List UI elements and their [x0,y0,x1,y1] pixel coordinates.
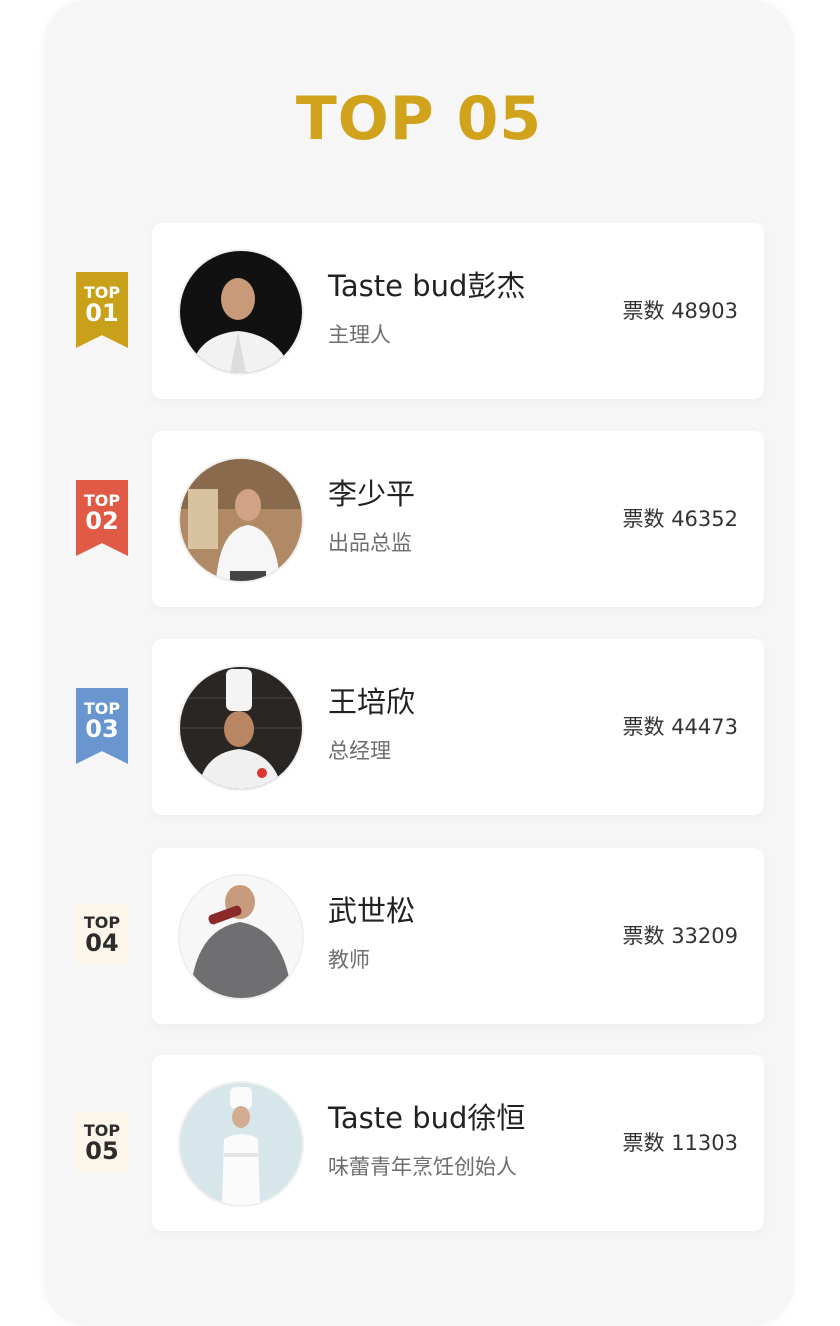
vote-count: 票数 48903 [622,299,738,323]
rank-badge-top-label: TOP [83,699,121,718]
rank-badge-number: 01 [85,299,119,327]
chef-name: Taste bud徐恒 [328,1101,526,1135]
chef-role: 总经理 [328,739,391,763]
chef-name: 武世松 [328,894,416,928]
chef-role: 出品总监 [328,531,412,555]
list-item-rank-2[interactable]: 李少平 出品总监 票数 46352 [152,431,764,607]
chef-avatar [178,249,304,375]
chef-name: 李少平 [328,477,416,511]
rank-badge-number: 03 [85,715,119,743]
rank-badge-top-label: TOP [83,913,121,932]
chef-avatar [178,665,304,791]
list-item-rank-1[interactable]: Taste bud彭杰 主理人 票数 48903 [152,223,764,399]
rank-badge-4: TOP 04 [76,904,128,964]
chef-portrait-icon [180,667,302,789]
chef-role: 味蕾青年烹饪创始人 [328,1155,517,1179]
page-title: TOP 05 [295,84,543,154]
rank-badge-top-label: TOP [83,1121,121,1140]
chef-avatar [178,874,304,1000]
rank-badge-number: 04 [85,929,119,957]
vote-count: 票数 46352 [622,507,738,531]
chef-name: Taste bud彭杰 [328,269,526,303]
vote-count: 票数 33209 [622,924,738,948]
rank-badge-number: 05 [85,1137,119,1165]
chef-name: 王培欣 [328,685,416,719]
vote-count: 票数 44473 [622,715,738,739]
list-item-rank-3[interactable]: 王培欣 总经理 票数 44473 [152,639,764,815]
chef-portrait-icon [180,876,302,998]
rank-badge-top-label: TOP [83,491,121,510]
rank-badge-top-label: TOP [83,283,121,302]
rank-badge-5: TOP 05 [76,1112,128,1172]
chef-role: 主理人 [328,323,391,347]
chef-portrait-icon [180,251,302,373]
chef-portrait-icon [180,459,302,581]
list-item-rank-5[interactable]: Taste bud徐恒 味蕾青年烹饪创始人 票数 11303 [152,1055,764,1231]
list-item-rank-4[interactable]: 武世松 教师 票数 33209 [152,848,764,1024]
chef-portrait-icon [180,1083,302,1205]
chef-avatar [178,457,304,583]
chef-role: 教师 [328,948,370,972]
rank-badge-number: 02 [85,507,119,535]
chef-avatar [178,1081,304,1207]
vote-count: 票数 11303 [622,1131,738,1155]
